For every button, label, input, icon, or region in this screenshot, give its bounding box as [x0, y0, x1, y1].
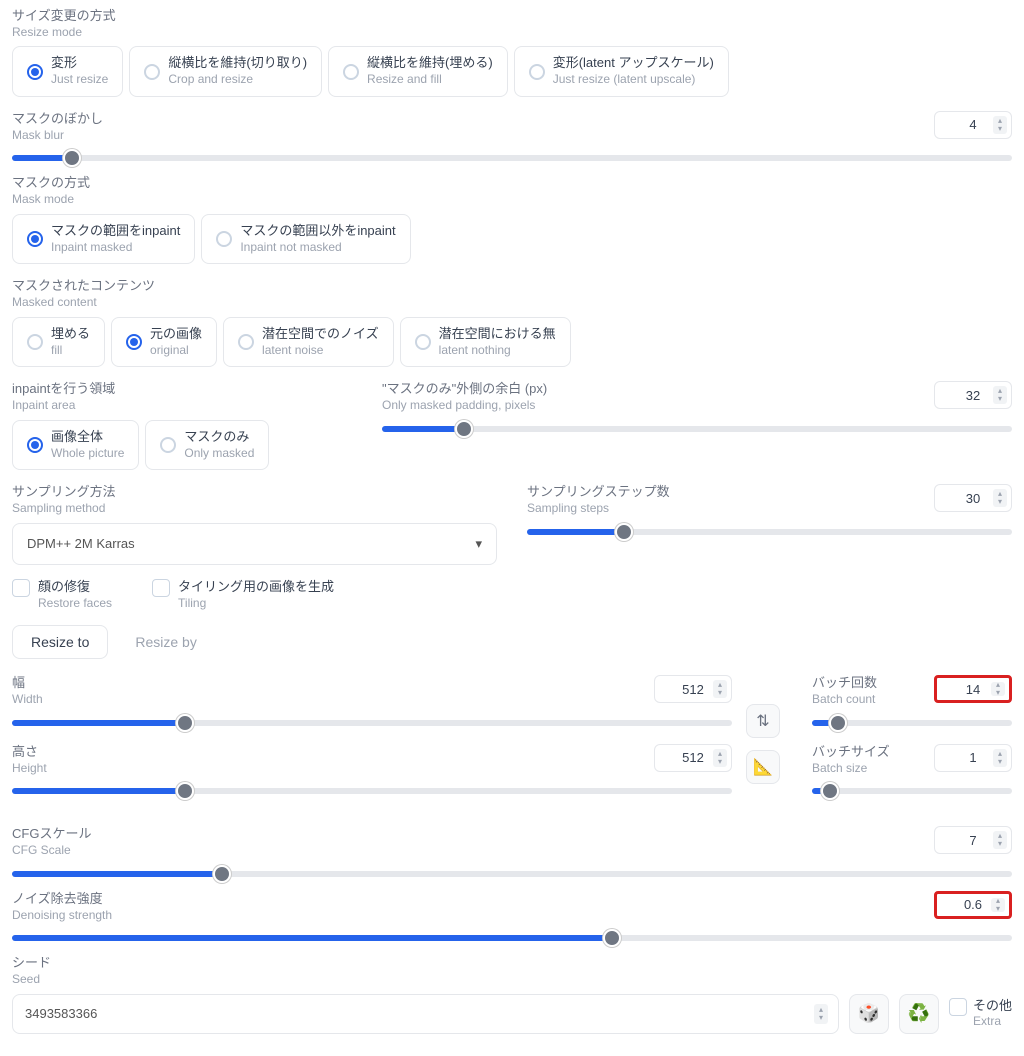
- radio-icon: [27, 437, 43, 453]
- mask-mode-option-1[interactable]: マスクの範囲以外をinpaintInpaint not masked: [201, 214, 410, 264]
- swap-dimensions-button[interactable]: ⇅: [746, 704, 780, 738]
- inpaint-area-section: inpaintを行う領域 Inpaint area 画像全体Whole pict…: [12, 381, 352, 470]
- stepper-icon[interactable]: ▴▾: [993, 489, 1007, 507]
- denoise-input[interactable]: 0.6 ▴▾: [934, 891, 1012, 919]
- resize-mode-option-1[interactable]: 縦横比を維持(切り取り)Crop and resize: [129, 46, 322, 96]
- masked-content-section: マスクされたコンテンツ Masked content 埋めるfill元の画像or…: [12, 278, 1012, 367]
- stepper-icon[interactable]: ▴▾: [713, 749, 727, 767]
- stepper-icon[interactable]: ▴▾: [993, 386, 1007, 404]
- extra-checkbox[interactable]: その他 Extra: [949, 998, 1012, 1030]
- denoise-slider[interactable]: [12, 935, 1012, 941]
- padding-section: "マスクのみ"外側の余白 (px) Only masked padding, p…: [382, 381, 1012, 431]
- height-slider[interactable]: [12, 788, 732, 794]
- masked-content-option-1[interactable]: 元の画像original: [111, 317, 217, 367]
- radio-icon: [160, 437, 176, 453]
- denoise-label: ノイズ除去強度 Denoising strength: [12, 891, 112, 923]
- height-label: 高さ Height: [12, 744, 47, 776]
- radio-icon: [343, 64, 359, 80]
- tab-resize-to[interactable]: Resize to: [12, 625, 108, 659]
- stepper-icon[interactable]: ▴▾: [993, 749, 1007, 767]
- stepper-icon[interactable]: ▴▾: [991, 682, 1005, 696]
- resize-tabs: Resize to Resize by: [12, 625, 1012, 659]
- sampling-steps-slider[interactable]: [527, 529, 1012, 535]
- sampling-steps-section: サンプリングステップ数 Sampling steps 30 ▴▾: [527, 484, 1012, 564]
- width-input[interactable]: 512 ▴▾: [654, 675, 732, 703]
- stepper-icon[interactable]: ▴▾: [991, 898, 1005, 912]
- radio-icon: [216, 231, 232, 247]
- mask-mode-label: マスクの方式 Mask mode: [12, 175, 1012, 207]
- seed-input[interactable]: 3493583366 ▴▾: [12, 994, 839, 1034]
- masked-content-option-0[interactable]: 埋めるfill: [12, 317, 105, 367]
- batch-count-input[interactable]: 14 ▴▾: [934, 675, 1012, 703]
- recycle-icon: ♻️: [908, 1003, 930, 1024]
- padding-slider[interactable]: [382, 426, 1012, 432]
- cfg-section: CFGスケール CFG Scale 7 ▴▾: [12, 826, 1012, 876]
- mask-blur-slider[interactable]: [12, 155, 1012, 161]
- batch-size-label: バッチサイズ Batch size: [812, 744, 890, 776]
- batch-count-section: バッチ回数 Batch count 14 ▴▾: [812, 675, 1012, 725]
- ruler-button[interactable]: 📐: [746, 750, 780, 784]
- cfg-slider[interactable]: [12, 871, 1012, 877]
- sampling-method-section: サンプリング方法 Sampling method DPM++ 2M Karras…: [12, 484, 497, 564]
- chevron-down-icon: ▾: [475, 536, 482, 552]
- seed-section: シード Seed 3493583366 ▴▾ 🎲 ♻️ その他 Extra: [12, 955, 1012, 1033]
- masked-content-label: マスクされたコンテンツ Masked content: [12, 278, 1012, 310]
- masked-content-option-2[interactable]: 潜在空間でのノイズlatent noise: [223, 317, 394, 367]
- tiling-checkbox[interactable]: タイリング用の画像を生成 Tiling: [152, 579, 334, 611]
- resize-mode-option-0[interactable]: 変形Just resize: [12, 46, 123, 96]
- radio-icon: [144, 64, 160, 80]
- width-slider[interactable]: [12, 720, 732, 726]
- stepper-icon[interactable]: ▴▾: [993, 831, 1007, 849]
- height-section: 高さ Height 512 ▴▾: [12, 744, 732, 794]
- stepper-icon[interactable]: ▴▾: [993, 116, 1007, 134]
- radio-icon: [126, 334, 142, 350]
- seed-label: シード Seed: [12, 955, 1012, 987]
- radio-icon: [27, 231, 43, 247]
- sampling-steps-label: サンプリングステップ数 Sampling steps: [527, 484, 670, 516]
- mask-blur-label: マスクのぼかし Mask blur: [12, 111, 103, 143]
- random-seed-button[interactable]: 🎲: [849, 994, 889, 1034]
- denoise-section: ノイズ除去強度 Denoising strength 0.6 ▴▾: [12, 891, 1012, 941]
- cfg-label: CFGスケール CFG Scale: [12, 826, 91, 858]
- cfg-input[interactable]: 7 ▴▾: [934, 826, 1012, 854]
- batch-size-slider[interactable]: [812, 788, 1012, 794]
- resize-mode-option-3[interactable]: 変形(latent アップスケール)Just resize (latent up…: [514, 46, 729, 96]
- batch-size-input[interactable]: 1 ▴▾: [934, 744, 1012, 772]
- height-input[interactable]: 512 ▴▾: [654, 744, 732, 772]
- width-label: 幅 Width: [12, 675, 43, 707]
- masked-content-option-3[interactable]: 潜在空間における無latent nothing: [400, 317, 571, 367]
- batch-count-label: バッチ回数 Batch count: [812, 675, 877, 707]
- inpaint-area-option-0[interactable]: 画像全体Whole picture: [12, 420, 139, 470]
- padding-label: "マスクのみ"外側の余白 (px) Only masked padding, p…: [382, 381, 547, 413]
- sampling-method-dropdown[interactable]: DPM++ 2M Karras ▾: [12, 523, 497, 565]
- sampling-steps-input[interactable]: 30 ▴▾: [934, 484, 1012, 512]
- radio-icon: [415, 334, 431, 350]
- inpaint-area-option-1[interactable]: マスクのみOnly masked: [145, 420, 269, 470]
- reuse-seed-button[interactable]: ♻️: [899, 994, 939, 1034]
- radio-icon: [27, 334, 43, 350]
- resize-mode-option-2[interactable]: 縦横比を維持(埋める)Resize and fill: [328, 46, 508, 96]
- mask-blur-input[interactable]: 4 ▴▾: [934, 111, 1012, 139]
- mask-blur-section: マスクのぼかし Mask blur 4 ▴▾: [12, 111, 1012, 161]
- mask-mode-option-0[interactable]: マスクの範囲をinpaintInpaint masked: [12, 214, 195, 264]
- padding-input[interactable]: 32 ▴▾: [934, 381, 1012, 409]
- stepper-icon[interactable]: ▴▾: [713, 680, 727, 698]
- radio-icon: [27, 64, 43, 80]
- radio-icon: [238, 334, 254, 350]
- batch-count-slider[interactable]: [812, 720, 1012, 726]
- radio-icon: [529, 64, 545, 80]
- sampling-method-label: サンプリング方法 Sampling method: [12, 484, 497, 516]
- resize-mode-section: サイズ変更の方式 Resize mode 変形Just resize縦横比を維持…: [12, 8, 1012, 97]
- mask-mode-section: マスクの方式 Mask mode マスクの範囲をinpaintInpaint m…: [12, 175, 1012, 264]
- stepper-icon[interactable]: ▴▾: [814, 1004, 828, 1024]
- dice-icon: 🎲: [858, 1003, 880, 1024]
- width-section: 幅 Width 512 ▴▾: [12, 675, 732, 725]
- inpaint-area-label: inpaintを行う領域 Inpaint area: [12, 381, 352, 413]
- resize-mode-label: サイズ変更の方式 Resize mode: [12, 8, 1012, 40]
- restore-faces-checkbox[interactable]: 顔の修復 Restore faces: [12, 579, 112, 611]
- tab-resize-by[interactable]: Resize by: [116, 625, 215, 659]
- batch-size-section: バッチサイズ Batch size 1 ▴▾: [812, 744, 1012, 794]
